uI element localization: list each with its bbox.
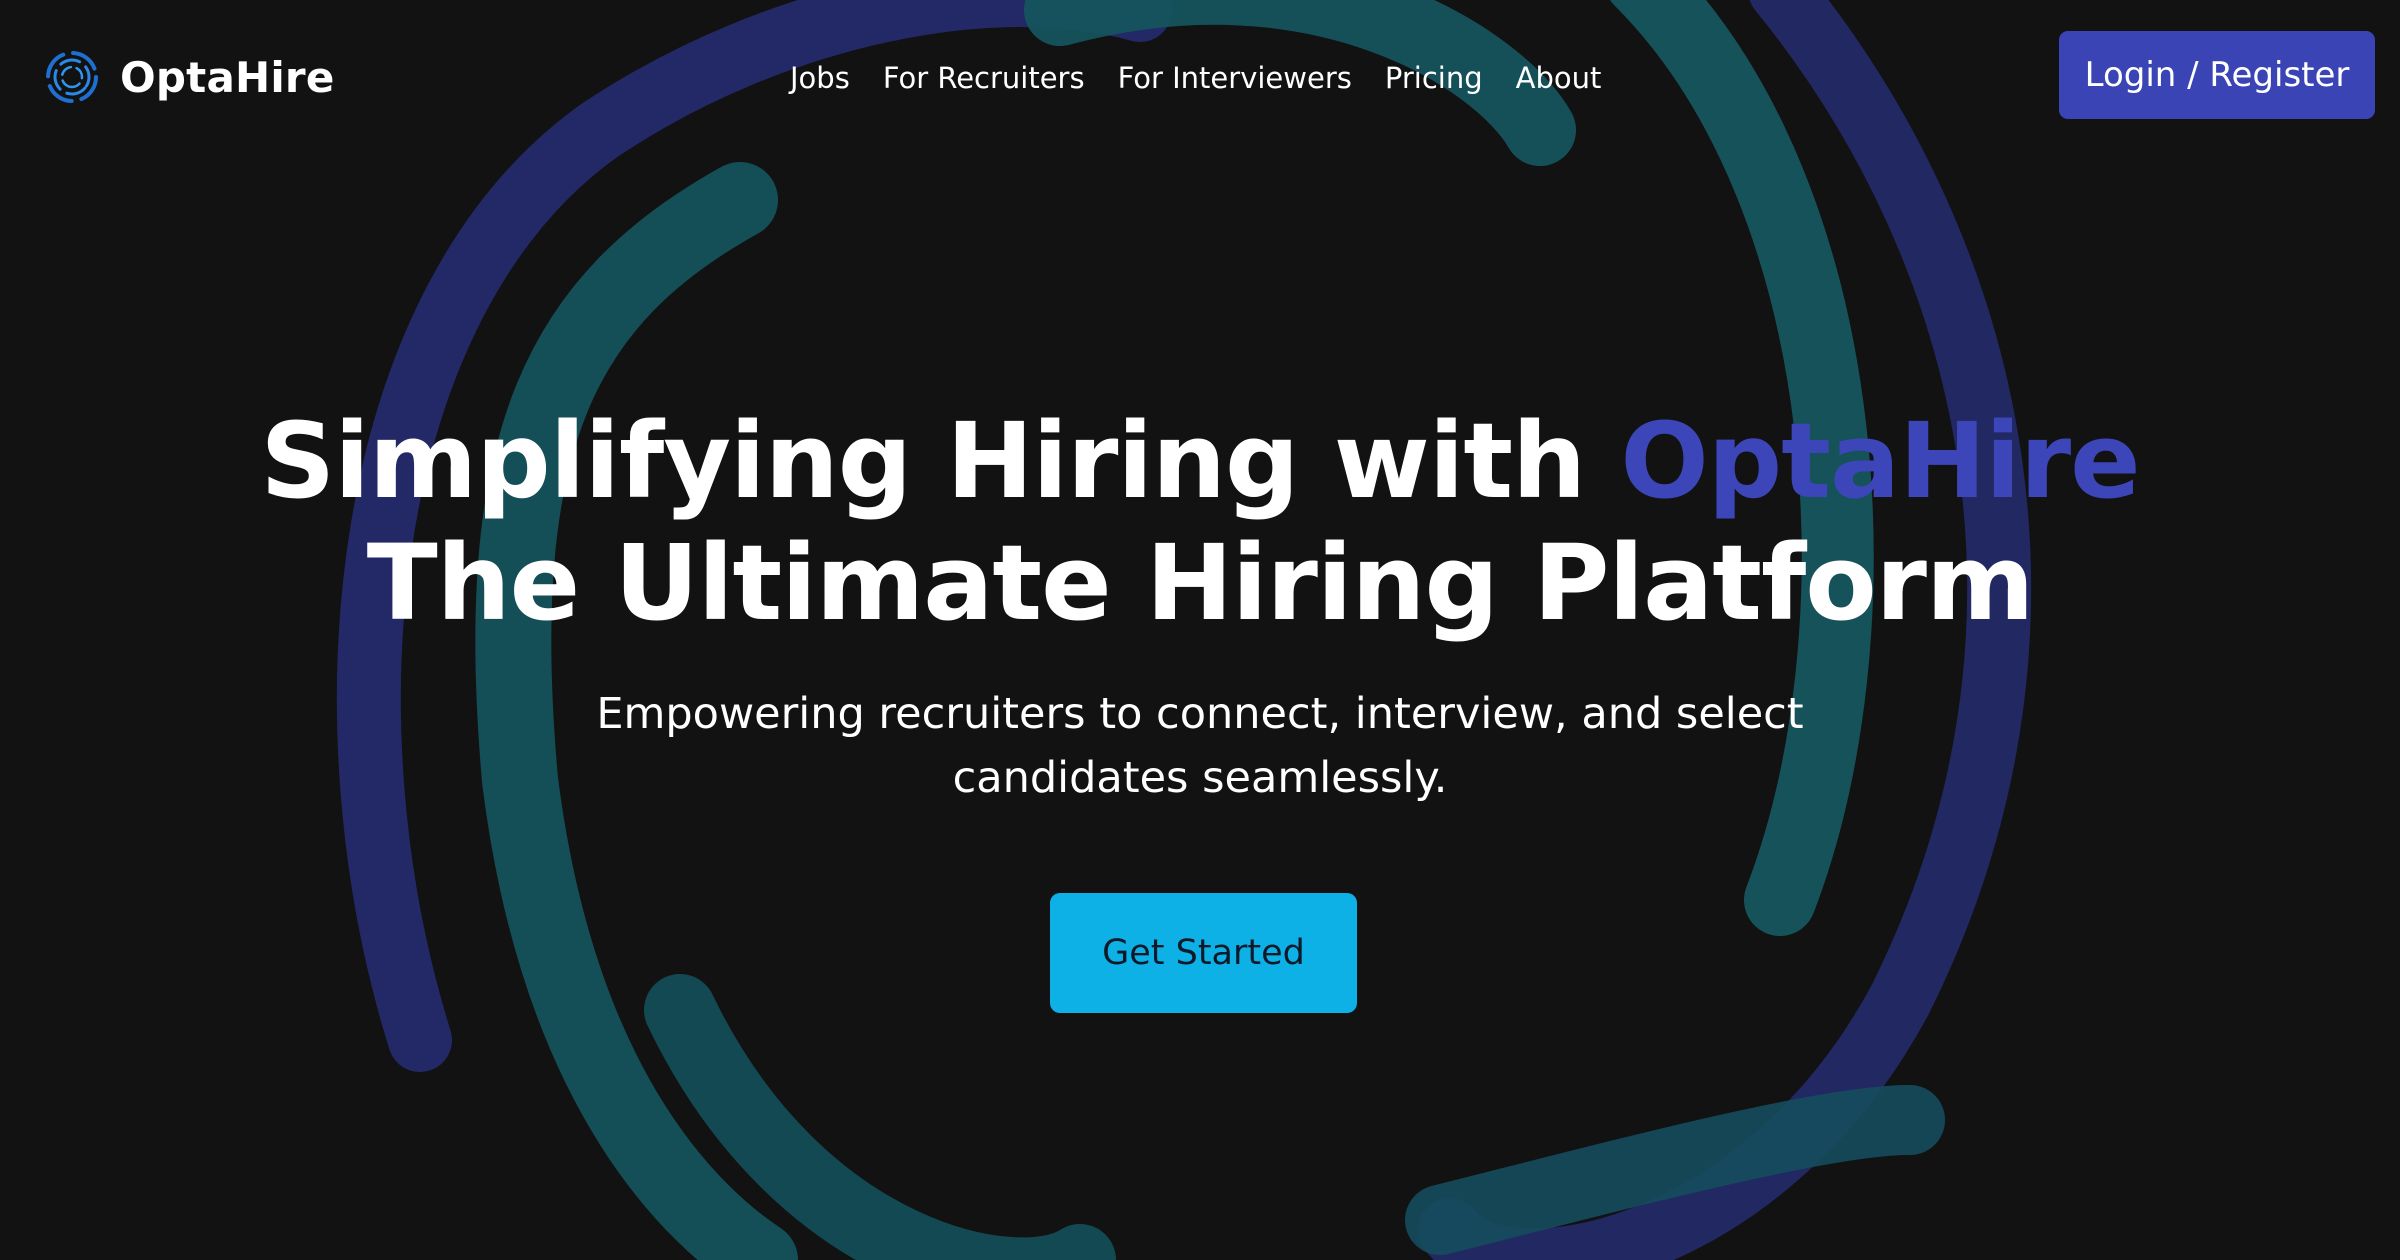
hero-title-accent: OptaHire xyxy=(1620,400,2140,522)
hero-section: Simplifying Hiring with OptaHire The Ult… xyxy=(0,400,2400,810)
get-started-button[interactable]: Get Started xyxy=(1050,893,1357,1013)
main-nav: Jobs For Recruiters For Interviewers Pri… xyxy=(790,56,1601,100)
spiral-logo-icon xyxy=(46,51,98,103)
hero-title-line2: The Ultimate Hiring Platform xyxy=(366,522,2035,644)
brand-name: OptaHire xyxy=(120,52,335,102)
hero-title-line1: Simplifying Hiring with OptaHire xyxy=(260,400,2140,522)
brand[interactable]: OptaHire xyxy=(42,44,335,110)
hero-title: Simplifying Hiring with OptaHire The Ult… xyxy=(0,400,2400,644)
site-header: OptaHire Jobs For Recruiters For Intervi… xyxy=(0,0,2400,160)
nav-link-about[interactable]: About xyxy=(1516,61,1602,95)
landing-page: OptaHire Jobs For Recruiters For Intervi… xyxy=(0,0,2400,1260)
hero-subtitle-line2: candidates seamlessly. xyxy=(952,753,1448,803)
nav-link-for-interviewers[interactable]: For Interviewers xyxy=(1118,61,1352,95)
hero-subtitle: Empowering recruiters to connect, interv… xyxy=(570,682,1830,810)
login-register-button[interactable]: Login / Register xyxy=(2059,31,2375,119)
hero-title-prefix: Simplifying Hiring with xyxy=(260,400,1621,522)
nav-link-for-recruiters[interactable]: For Recruiters xyxy=(883,61,1085,95)
hero-subtitle-line1: Empowering recruiters to connect, interv… xyxy=(596,689,1804,739)
nav-link-jobs[interactable]: Jobs xyxy=(790,61,850,95)
nav-link-pricing[interactable]: Pricing xyxy=(1385,61,1483,95)
